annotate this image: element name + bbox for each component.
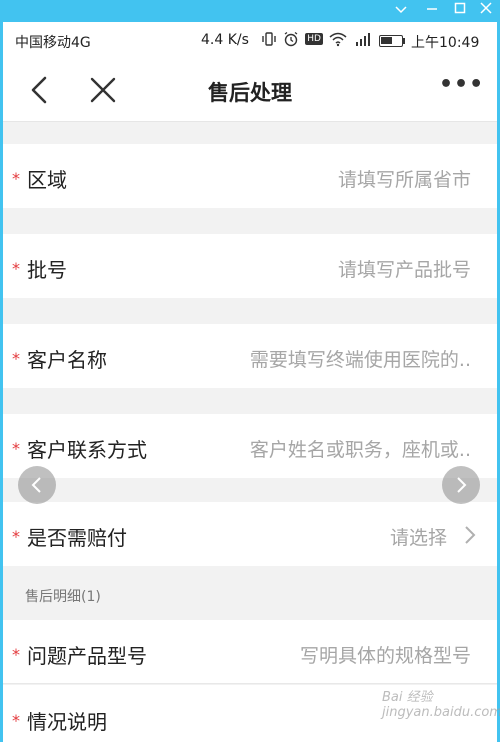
required-marker: * bbox=[12, 527, 20, 546]
page-title: 售后处理 bbox=[208, 81, 292, 105]
chevron-down-icon[interactable] bbox=[391, 0, 411, 22]
batch-number-input[interactable]: 请填写产品批号 bbox=[338, 255, 471, 282]
form-row-batch-number[interactable]: * 批号 请填写产品批号 bbox=[3, 234, 497, 298]
field-label-situation-description: 情况说明 bbox=[27, 710, 107, 734]
section-header-aftersales-details: 售后明细(1) bbox=[25, 589, 101, 605]
alarm-icon bbox=[284, 31, 298, 47]
scroll-left-button[interactable] bbox=[18, 466, 56, 504]
required-marker: * bbox=[12, 349, 20, 368]
required-marker: * bbox=[12, 711, 20, 730]
battery-icon bbox=[379, 35, 403, 47]
maximize-icon[interactable] bbox=[450, 0, 470, 22]
form-row-product-model[interactable]: * 问题产品型号 写明具体的规格型号 bbox=[3, 620, 497, 684]
required-marker: * bbox=[12, 645, 20, 664]
customer-contact-input[interactable]: 客户姓名或职务，座机或.. bbox=[250, 435, 471, 462]
field-label-region: 区域 bbox=[27, 168, 67, 192]
network-speed: 4.4 K/s bbox=[201, 32, 249, 48]
wifi-icon bbox=[329, 32, 347, 47]
watermark: Bai 经验 jingyan.baidu.com bbox=[382, 690, 500, 720]
field-label-customer-name: 客户名称 bbox=[27, 348, 107, 372]
hd-icon: HD bbox=[305, 33, 323, 45]
minimize-icon[interactable] bbox=[422, 0, 442, 22]
carrier-label: 中国移动4G bbox=[15, 35, 91, 51]
chevron-left-icon bbox=[31, 477, 41, 493]
status-icons: HD bbox=[261, 31, 371, 47]
required-marker: * bbox=[12, 259, 20, 278]
product-model-input[interactable]: 写明具体的规格型号 bbox=[300, 641, 471, 668]
more-options-button[interactable]: ••• bbox=[439, 72, 483, 102]
status-bar: 中国移动4G 4.4 K/s HD 上午10:49 bbox=[3, 22, 497, 60]
chevron-right-icon bbox=[457, 477, 467, 493]
form-row-compensation[interactable]: * 是否需赔付 请选择 bbox=[3, 502, 497, 566]
field-label-product-model: 问题产品型号 bbox=[27, 644, 147, 668]
required-marker: * bbox=[12, 439, 20, 458]
emulator-window-bar bbox=[0, 0, 500, 22]
required-marker: * bbox=[12, 169, 20, 188]
window-close-icon[interactable] bbox=[476, 0, 496, 22]
scroll-right-button[interactable] bbox=[442, 466, 480, 504]
battery-tip bbox=[403, 38, 405, 44]
signal-icon bbox=[356, 33, 371, 46]
region-input[interactable]: 请填写所属省市 bbox=[338, 165, 471, 192]
vibrate-icon bbox=[262, 32, 276, 46]
field-label-customer-contact: 客户联系方式 bbox=[27, 438, 147, 462]
field-label-batch-number: 批号 bbox=[27, 258, 67, 282]
form-row-customer-contact[interactable]: * 客户联系方式 客户姓名或职务，座机或.. bbox=[3, 414, 497, 478]
field-label-compensation: 是否需赔付 bbox=[27, 526, 127, 550]
nav-bar: 售后处理 ••• bbox=[3, 60, 497, 122]
chevron-right-icon bbox=[465, 526, 476, 544]
compensation-select[interactable]: 请选择 bbox=[390, 523, 447, 550]
form-row-region[interactable]: * 区域 请填写所属省市 bbox=[3, 144, 497, 208]
clock: 上午10:49 bbox=[411, 35, 480, 51]
form-row-customer-name[interactable]: * 客户名称 需要填写终端使用医院的.. bbox=[3, 324, 497, 388]
customer-name-input[interactable]: 需要填写终端使用医院的.. bbox=[250, 345, 471, 372]
